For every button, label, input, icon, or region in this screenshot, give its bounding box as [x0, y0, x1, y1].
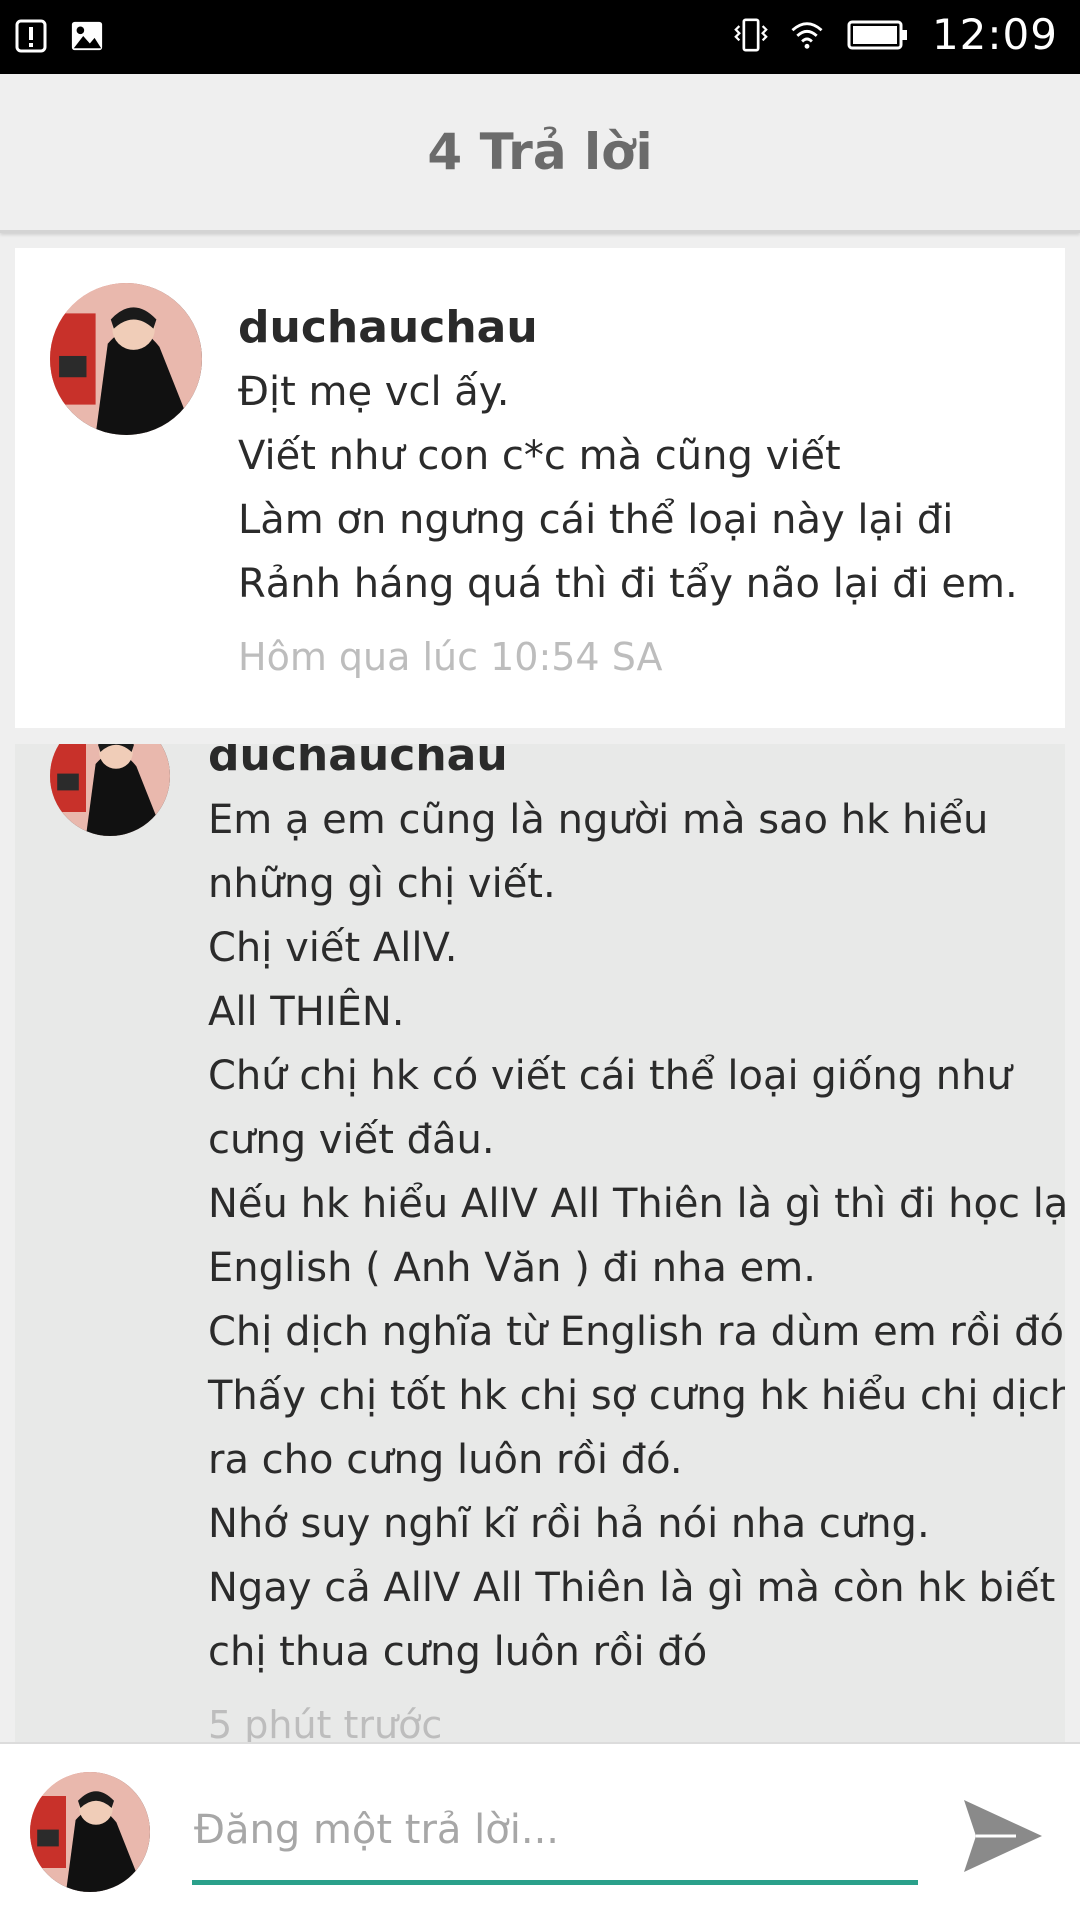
comment-text-line: Rảnh háng quá thì đi tẩy não lại đi em.	[238, 561, 1018, 607]
comment-card: duchauchau Địt mẹ vcl ấy. Viết như con c…	[15, 248, 1065, 728]
comment-text-line: Chị dịch nghĩa từ English ra dùm em rồi …	[208, 1309, 1065, 1355]
reply-bar	[0, 1742, 1080, 1922]
comment-text-line: Nếu hk hiểu AllV All Thiên là gì thì đi …	[208, 1181, 1065, 1227]
comment-text-line: Địt mẹ vcl ấy.	[238, 369, 510, 415]
comment-timestamp: Hôm qua lúc 10:54 SA	[238, 635, 663, 679]
comment-text-line: những gì chị viết.	[208, 861, 556, 907]
reply-field	[192, 1784, 922, 1885]
send-icon	[964, 1800, 1042, 1872]
send-button[interactable]	[956, 1790, 1048, 1882]
comment-text-line: English ( Anh Văn ) đi nha em.	[208, 1245, 816, 1291]
vibrate-icon	[734, 17, 768, 53]
wifi-icon	[790, 17, 824, 53]
avatar[interactable]	[50, 744, 170, 836]
comment-text-line: ra cho cưng luôn rồi đó.	[208, 1437, 683, 1483]
comment-text-line: All THIÊN.	[208, 989, 405, 1035]
avatar[interactable]	[50, 283, 202, 435]
comment-text-line: cưng viết đâu.	[208, 1117, 495, 1163]
avatar	[30, 1772, 150, 1892]
comment-text-line: Em ạ em cũng là người mà sao hk hiểu	[208, 797, 989, 843]
status-time: 12:09	[931, 10, 1058, 59]
status-bar: 12:09	[0, 0, 1080, 74]
comment-text-line: Thấy chị tốt hk chị sợ cưng hk hiểu chị …	[208, 1373, 1065, 1419]
reply-input[interactable]	[192, 1784, 922, 1876]
comment-card: duchauchau Em ạ em cũng là người mà sao …	[15, 744, 1065, 1744]
image-icon	[70, 18, 104, 54]
comment-text-line: Chị viết AllV.	[208, 925, 458, 971]
comment-text-line: Nhớ suy nghĩ kĩ rồi hả nói nha cưng.	[208, 1501, 930, 1547]
comment-text-line: Chứ chị hk có viết cái thể loại giống nh…	[208, 1053, 1012, 1099]
comment-text-line: Viết như con c*c mà cũng viết	[238, 433, 841, 479]
comment-timestamp: 5 phút trước	[208, 1703, 443, 1744]
comment-text-line: Làm ơn ngưng cái thể loại này lại đi	[238, 497, 954, 543]
alert-icon	[14, 18, 48, 54]
comment-text-line: Ngay cả AllV All Thiên là gì mà còn hk b…	[208, 1565, 1065, 1611]
comment-text-line: chị thua cưng luôn rồi đó	[208, 1629, 708, 1675]
comment-username[interactable]: duchauchau	[208, 744, 1065, 788]
page-title: 4 Trả lời	[427, 123, 653, 181]
comment-username[interactable]: duchauchau	[238, 296, 1018, 360]
battery-icon	[846, 17, 910, 53]
header: 4 Trả lời	[0, 74, 1080, 233]
